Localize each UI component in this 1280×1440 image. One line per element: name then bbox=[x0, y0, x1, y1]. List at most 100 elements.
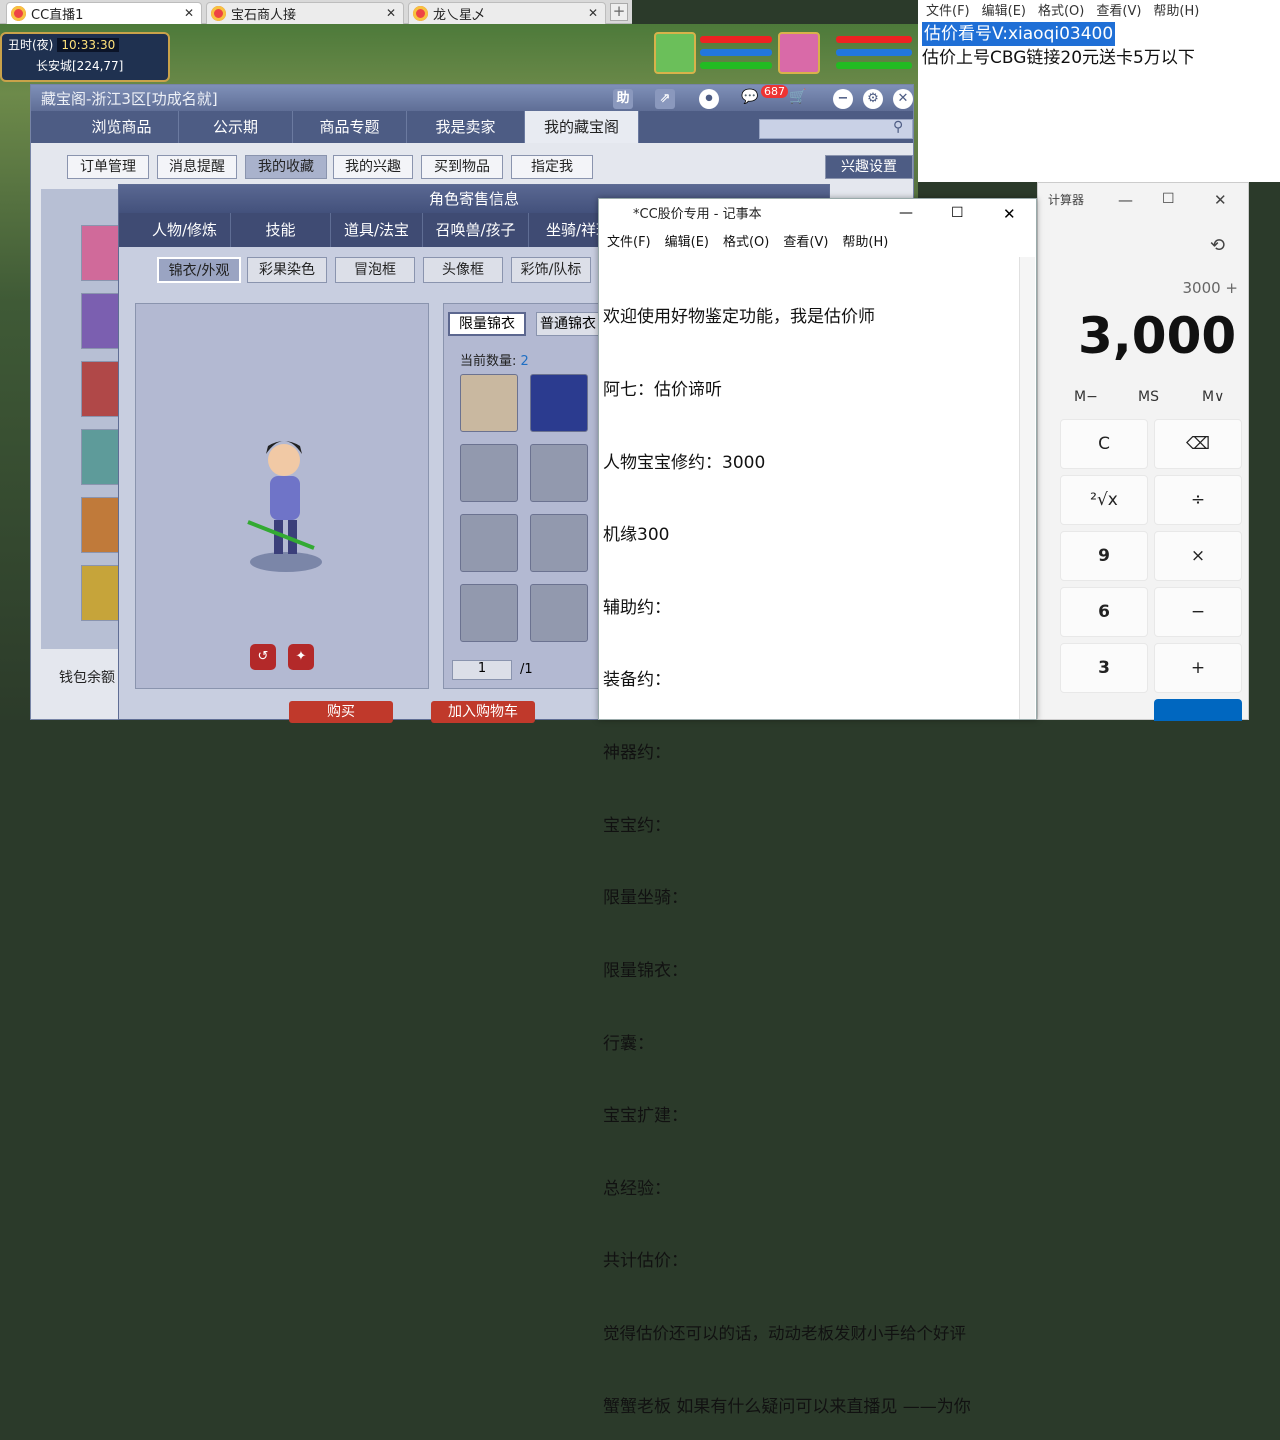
tab-label: CC直播1 bbox=[31, 8, 84, 23]
cart-icon[interactable]: 🛒 bbox=[789, 89, 806, 105]
text-line: 估价上号CBG链接20元送卡5万以下 bbox=[922, 48, 1195, 68]
close-icon[interactable]: ✕ bbox=[386, 6, 396, 20]
menu-view[interactable]: 查看(V) bbox=[1096, 4, 1141, 19]
memory-store-button[interactable]: MS bbox=[1138, 389, 1159, 405]
close-icon[interactable]: ✕ bbox=[1214, 191, 1227, 209]
rotate-icon[interactable]: ↺ bbox=[250, 644, 276, 670]
gear-icon[interactable]: ⚙ bbox=[863, 89, 883, 109]
exp-bar bbox=[700, 62, 772, 69]
my-favorites-button[interactable]: 我的收藏 bbox=[245, 155, 327, 179]
notepad-text-area[interactable]: 欢迎使用好物鉴定功能，我是估价师 阿七：估价谛听 人物宝宝修约：3000 机缘3… bbox=[603, 257, 1019, 1416]
tab-character[interactable]: 人物/修炼 bbox=[139, 213, 231, 247]
outfit-slot[interactable] bbox=[460, 374, 518, 432]
menu-format[interactable]: 格式(O) bbox=[1038, 4, 1084, 19]
digit-3-button[interactable]: 3 bbox=[1060, 643, 1148, 693]
chip-bubble[interactable]: 冒泡框 bbox=[335, 257, 415, 283]
close-icon[interactable]: ✕ bbox=[588, 6, 598, 20]
add-button[interactable]: + bbox=[1154, 643, 1242, 693]
browser-tab[interactable]: 龙乀星乄 ✕ bbox=[408, 2, 606, 24]
designate-me-button[interactable]: 指定我 bbox=[511, 155, 593, 179]
history-icon[interactable]: ⟲ bbox=[1210, 235, 1225, 256]
memory-list-button[interactable]: M∨ bbox=[1202, 389, 1224, 405]
selected-text-line[interactable]: 估价看号V:xiaoqi03400 bbox=[922, 22, 1116, 46]
browser-tab[interactable]: CC直播1 ✕ bbox=[6, 2, 202, 24]
page-input[interactable]: 1 bbox=[452, 660, 512, 680]
search-input[interactable] bbox=[759, 119, 913, 139]
equals-button[interactable] bbox=[1154, 699, 1242, 721]
list-item-avatar[interactable] bbox=[81, 225, 121, 281]
text-line: 共计估价： bbox=[603, 1251, 688, 1272]
text-line: 宝宝约： bbox=[603, 815, 671, 836]
message-remind-button[interactable]: 消息提醒 bbox=[157, 155, 237, 179]
nav-my-cbg[interactable]: 我的藏宝阁 bbox=[525, 111, 639, 143]
minimize-icon[interactable]: − bbox=[833, 89, 853, 109]
stop-icon[interactable]: ⏺ bbox=[699, 89, 719, 109]
search-icon[interactable]: ⚲ bbox=[893, 119, 903, 135]
menu-format[interactable]: 格式(O) bbox=[723, 235, 769, 250]
tab-limited-outfit[interactable]: 限量锦衣 bbox=[448, 312, 526, 336]
player-avatar[interactable] bbox=[778, 32, 820, 74]
nav-browse[interactable]: 浏览商品 bbox=[65, 111, 179, 143]
message-count-badge: 687 bbox=[761, 85, 788, 98]
tab-skills[interactable]: 技能 bbox=[231, 213, 331, 247]
empty-slot[interactable] bbox=[530, 444, 588, 502]
menu-edit[interactable]: 编辑(E) bbox=[665, 235, 709, 250]
nav-topics[interactable]: 商品专题 bbox=[293, 111, 407, 143]
outfit-slot[interactable] bbox=[530, 374, 588, 432]
empty-slot[interactable] bbox=[460, 584, 518, 642]
list-item-avatar[interactable] bbox=[81, 429, 121, 485]
tab-normal-outfit[interactable]: 普通锦衣 bbox=[536, 312, 600, 336]
message-icon[interactable]: 💬 bbox=[741, 89, 758, 105]
menu-view[interactable]: 查看(V) bbox=[783, 235, 828, 250]
close-icon[interactable]: ✕ bbox=[893, 89, 913, 109]
nav-public[interactable]: 公示期 bbox=[179, 111, 293, 143]
chip-avatar-frame[interactable]: 头像框 bbox=[423, 257, 503, 283]
maximize-icon[interactable]: ☐ bbox=[951, 205, 964, 221]
pet-avatar[interactable] bbox=[654, 32, 696, 74]
memory-minus-button[interactable]: M− bbox=[1074, 389, 1098, 405]
help-button[interactable]: 助 bbox=[613, 89, 633, 109]
close-icon[interactable]: ✕ bbox=[184, 6, 194, 20]
menu-help[interactable]: 帮助(H) bbox=[842, 235, 888, 250]
close-icon[interactable]: ✕ bbox=[1003, 205, 1016, 223]
order-manage-button[interactable]: 订单管理 bbox=[67, 155, 149, 179]
menu-file[interactable]: 文件(F) bbox=[926, 4, 970, 19]
menu-file[interactable]: 文件(F) bbox=[607, 235, 651, 250]
backspace-button[interactable]: ⌫ bbox=[1154, 419, 1242, 469]
empty-slot[interactable] bbox=[530, 514, 588, 572]
list-item-avatar[interactable] bbox=[81, 565, 121, 621]
vertical-scrollbar[interactable] bbox=[1019, 257, 1035, 719]
interest-settings-button[interactable]: 兴趣设置 bbox=[825, 155, 913, 179]
maximize-icon[interactable]: ☐ bbox=[1162, 191, 1175, 207]
clear-button[interactable]: C bbox=[1060, 419, 1148, 469]
divide-button[interactable]: ÷ bbox=[1154, 475, 1242, 525]
sqrt-button[interactable]: ²√x bbox=[1060, 475, 1148, 525]
browser-tab[interactable]: 宝石商人接 ✕ bbox=[206, 2, 404, 24]
minimize-icon[interactable]: — bbox=[899, 205, 913, 221]
list-item-avatar[interactable] bbox=[81, 361, 121, 417]
tab-items[interactable]: 道具/法宝 bbox=[331, 213, 423, 247]
subtract-button[interactable]: − bbox=[1154, 587, 1242, 637]
multiply-button[interactable]: × bbox=[1154, 531, 1242, 581]
empty-slot[interactable] bbox=[530, 584, 588, 642]
my-interest-button[interactable]: 我的兴趣 bbox=[333, 155, 413, 179]
chip-team-badge[interactable]: 彩饰/队标 bbox=[511, 257, 591, 283]
digit-9-button[interactable]: 9 bbox=[1060, 531, 1148, 581]
chip-dye[interactable]: 彩果染色 bbox=[247, 257, 327, 283]
digit-6-button[interactable]: 6 bbox=[1060, 587, 1148, 637]
nav-seller[interactable]: 我是卖家 bbox=[407, 111, 525, 143]
share-icon[interactable]: ⇗ bbox=[655, 89, 675, 109]
new-tab-button[interactable]: + bbox=[610, 3, 628, 21]
tab-pets[interactable]: 召唤兽/孩子 bbox=[423, 213, 529, 247]
empty-slot[interactable] bbox=[460, 514, 518, 572]
action-icon[interactable]: ✦ bbox=[288, 644, 314, 670]
menu-help[interactable]: 帮助(H) bbox=[1153, 4, 1199, 19]
minimize-icon[interactable]: — bbox=[1118, 191, 1133, 209]
list-item-avatar[interactable] bbox=[81, 497, 121, 553]
text-area-blank[interactable] bbox=[922, 72, 1278, 178]
bought-items-button[interactable]: 买到物品 bbox=[421, 155, 503, 179]
menu-edit[interactable]: 编辑(E) bbox=[982, 4, 1026, 19]
empty-slot[interactable] bbox=[460, 444, 518, 502]
chip-outfit[interactable]: 锦衣/外观 bbox=[157, 257, 241, 283]
list-item-avatar[interactable] bbox=[81, 293, 121, 349]
